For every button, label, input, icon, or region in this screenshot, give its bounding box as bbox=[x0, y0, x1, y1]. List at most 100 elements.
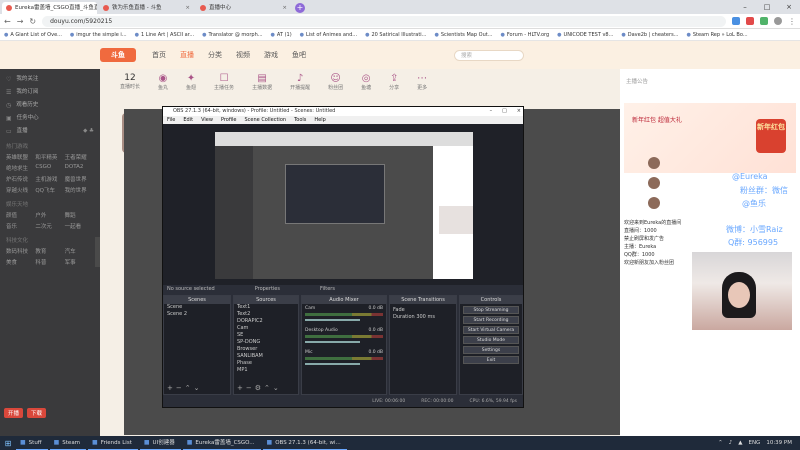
stat-item[interactable]: ▤ 主播数据 bbox=[252, 73, 272, 91]
stat-item[interactable]: 12 直播时长 bbox=[120, 73, 140, 91]
category-link[interactable]: 舞蹈 bbox=[65, 211, 94, 219]
start-icon[interactable]: ⊞ bbox=[0, 439, 16, 448]
sidebar-item-live[interactable]: ▭ 直播 ◆ ♣ bbox=[0, 125, 100, 138]
browser-tab[interactable]: 铁为乐鱼直播 - 斗鱼 × bbox=[99, 2, 194, 14]
source-item[interactable]: Text2 bbox=[234, 311, 298, 318]
category-link[interactable]: 王者荣耀 bbox=[65, 153, 94, 161]
category-link[interactable]: 数码科技 bbox=[6, 247, 35, 255]
menu-file[interactable]: File bbox=[167, 116, 175, 124]
studio-mode-button[interactable]: Studio Mode bbox=[463, 336, 519, 344]
site-logo[interactable]: 斗鱼 bbox=[100, 48, 136, 62]
start-stream-button[interactable]: 开播 bbox=[4, 408, 24, 418]
duration-input[interactable]: 300 ms bbox=[416, 314, 435, 320]
close-window-icon[interactable]: × bbox=[778, 0, 800, 14]
category-link[interactable]: 教育 bbox=[35, 247, 64, 255]
category-link[interactable]: 绝地求生 bbox=[6, 164, 35, 172]
bookmark-item[interactable]: List of Animes and... bbox=[300, 32, 357, 38]
back-icon[interactable]: ← bbox=[4, 17, 11, 26]
bookmark-item[interactable]: Translator @ morph... bbox=[202, 32, 262, 38]
browser-tab[interactable]: 直播中心 × bbox=[196, 2, 291, 14]
menu-edit[interactable]: Edit bbox=[183, 116, 193, 124]
download-button[interactable]: 下载 bbox=[27, 408, 47, 418]
category-link[interactable]: 军事 bbox=[65, 258, 94, 266]
user-avatar[interactable] bbox=[648, 157, 660, 169]
category-link[interactable]: 穿越火线 bbox=[6, 186, 35, 194]
exit-button[interactable]: Exit bbox=[463, 356, 519, 364]
bookmark-item[interactable]: Forum - HLTV.org bbox=[500, 32, 549, 38]
new-tab-button[interactable]: + bbox=[295, 3, 305, 13]
forward-icon[interactable]: → bbox=[17, 17, 24, 26]
volume-slider[interactable] bbox=[305, 341, 360, 343]
taskbar-item[interactable]: Stuff bbox=[16, 436, 48, 450]
reload-icon[interactable]: ↻ bbox=[29, 17, 36, 26]
category-link[interactable]: 户外 bbox=[35, 211, 64, 219]
minimize-icon[interactable]: – bbox=[734, 0, 756, 14]
taskbar-item[interactable]: Eureka雷盖墙_CSGO... bbox=[182, 436, 261, 450]
bookmark-item[interactable]: 20 Satirical Illustrati... bbox=[365, 32, 426, 38]
maximize-icon[interactable]: □ bbox=[502, 107, 507, 116]
nav-home[interactable]: 首页 bbox=[152, 50, 166, 60]
minimize-icon[interactable]: – bbox=[490, 107, 493, 116]
nav-category[interactable]: 分类 bbox=[208, 50, 222, 60]
category-link[interactable]: 和平精英 bbox=[35, 153, 64, 161]
category-link[interactable]: 一起看 bbox=[65, 222, 94, 230]
source-item[interactable]: SANLIBAM bbox=[234, 353, 298, 360]
source-item[interactable]: Browser bbox=[234, 346, 298, 353]
category-link[interactable]: QQ飞车 bbox=[35, 186, 64, 194]
stat-item[interactable]: ✦ 鱼翅 bbox=[186, 73, 196, 91]
source-item[interactable]: Text1 bbox=[234, 304, 298, 311]
extension-icon[interactable] bbox=[760, 17, 768, 25]
transition-select[interactable]: Fade bbox=[390, 307, 456, 314]
properties-button[interactable]: Properties bbox=[255, 285, 280, 294]
stat-item[interactable]: ⇪ 分享 bbox=[389, 73, 399, 91]
menu-view[interactable]: View bbox=[201, 116, 213, 124]
network-icon[interactable]: ▲ bbox=[738, 440, 742, 446]
category-link[interactable]: 二次元 bbox=[35, 222, 64, 230]
obs-preview[interactable] bbox=[163, 124, 523, 285]
filters-button[interactable]: Filters bbox=[320, 285, 335, 294]
category-link[interactable]: 汽车 bbox=[65, 247, 94, 255]
site-search-input[interactable]: 搜索 bbox=[454, 49, 524, 61]
start-virtual-camera-button[interactable]: Start Virtual Camera bbox=[463, 326, 519, 334]
scene-item[interactable]: Scene bbox=[164, 304, 230, 311]
menu-tools[interactable]: Tools bbox=[294, 116, 306, 124]
stop-streaming-button[interactable]: Stop Streaming bbox=[463, 306, 519, 314]
start-recording-button[interactable]: Start Recording bbox=[463, 316, 519, 324]
close-icon[interactable]: × bbox=[517, 107, 521, 116]
category-link[interactable]: 我的世界 bbox=[65, 186, 94, 194]
stat-item[interactable]: ◎ 鱼塘 bbox=[361, 73, 371, 91]
bookmark-item[interactable]: Scientists Map Out... bbox=[434, 32, 493, 38]
sidebar-item-subscribe[interactable]: ☰ 我的订阅 bbox=[0, 86, 100, 99]
clock[interactable]: 10:39 PM bbox=[766, 440, 792, 446]
taskbar-item[interactable]: OBS 27.1.3 (64-bit, wi... bbox=[262, 436, 347, 450]
volume-icon[interactable]: ♪ bbox=[729, 440, 733, 446]
category-link[interactable]: 美食 bbox=[6, 258, 35, 266]
menu-scene-collection[interactable]: Scene Collection bbox=[244, 116, 286, 124]
source-item[interactable]: SP-DONG bbox=[234, 339, 298, 346]
close-tab-icon[interactable]: × bbox=[185, 2, 190, 14]
bookmark-item[interactable]: Dave2b | cheaters... bbox=[621, 32, 679, 38]
extension-icon[interactable] bbox=[746, 17, 754, 25]
category-link[interactable]: 音乐 bbox=[6, 222, 35, 230]
sidebar-item-history[interactable]: ◷ 观看历史 bbox=[0, 99, 100, 112]
stat-item[interactable]: ☐ 主播任务 bbox=[214, 73, 234, 91]
settings-button[interactable]: Settings bbox=[463, 346, 519, 354]
menu-profile[interactable]: Profile bbox=[221, 116, 237, 124]
nav-yuba[interactable]: 鱼吧 bbox=[292, 50, 306, 60]
taskbar-item[interactable]: UI创建器 bbox=[139, 436, 181, 450]
language-indicator[interactable]: ENG bbox=[748, 440, 760, 446]
category-link[interactable]: 炉石传说 bbox=[6, 175, 35, 183]
sidebar-item-follow[interactable]: ♡ 我的关注 bbox=[0, 73, 100, 86]
bookmark-item[interactable]: Steam Rep » LoL Bo... bbox=[686, 32, 748, 38]
source-item[interactable]: Phase bbox=[234, 360, 298, 367]
stat-item[interactable]: ⋯ 更多 bbox=[417, 73, 427, 91]
extension-icon[interactable] bbox=[732, 17, 740, 25]
category-link[interactable]: 魔兽世界 bbox=[65, 175, 94, 183]
volume-slider[interactable] bbox=[305, 363, 360, 365]
maximize-icon[interactable]: □ bbox=[756, 0, 778, 14]
taskbar-item[interactable]: Friends List bbox=[88, 436, 138, 450]
source-item[interactable]: DORAPIC2 bbox=[234, 318, 298, 325]
scene-dock-toolbar[interactable]: +−⌃⌄ bbox=[167, 384, 202, 392]
close-tab-icon[interactable]: × bbox=[282, 2, 287, 14]
browser-tab-active[interactable]: Eureka雷盖墙_CSGO直播_斗鱼直播× bbox=[2, 2, 97, 14]
